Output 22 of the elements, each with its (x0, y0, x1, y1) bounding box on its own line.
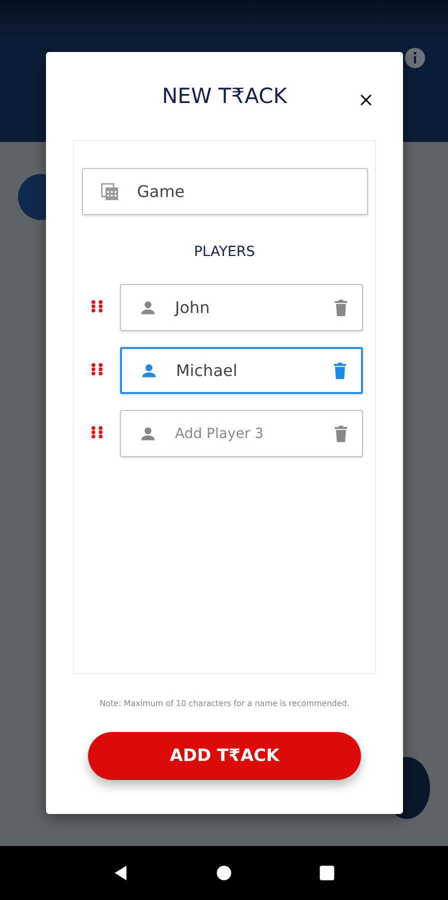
close-icon[interactable] (359, 93, 373, 107)
player-field[interactable]: Michael (120, 347, 363, 394)
trash-icon[interactable] (333, 362, 347, 380)
person-icon (140, 362, 158, 380)
field-value: John (175, 298, 210, 317)
calculator-icon (101, 182, 119, 200)
game-field[interactable]: Game (82, 168, 368, 215)
info-icon[interactable] (404, 47, 426, 69)
add-track-button[interactable]: ADD T₹ACK (88, 732, 361, 780)
person-icon (139, 424, 157, 442)
recents-icon[interactable] (318, 864, 336, 882)
trash-icon[interactable] (334, 424, 348, 442)
note-text: Note: Maximum of 10 characters for a name is recommended. (100, 699, 350, 708)
person-icon (139, 298, 157, 316)
field-value: Michael (176, 361, 238, 380)
field-value: Game (137, 182, 185, 201)
placeholder-text: Add Player 3 (175, 426, 264, 442)
dialog-title: NEW T₹ACK (162, 84, 288, 108)
player-field[interactable]: John (120, 284, 363, 331)
home-icon[interactable] (214, 864, 233, 882)
trash-icon[interactable] (334, 298, 348, 316)
section-title: PLAYERS (192, 244, 256, 260)
